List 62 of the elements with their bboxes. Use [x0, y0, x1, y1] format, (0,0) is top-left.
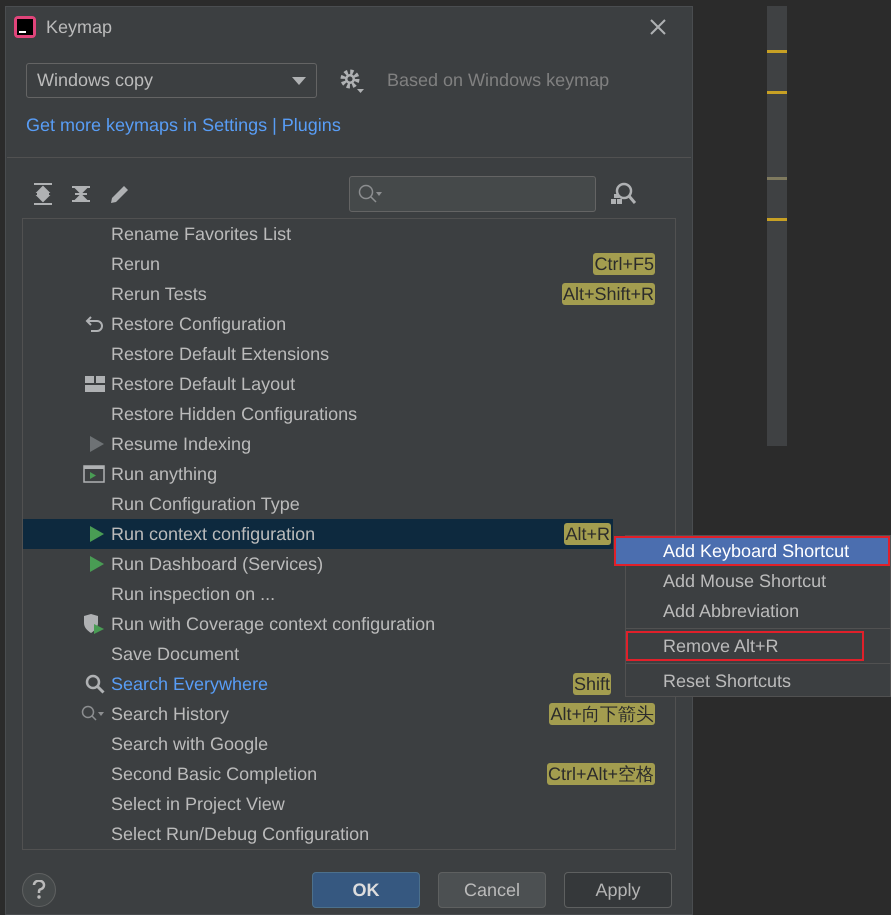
keymap-dropdown[interactable]: Windows copy: [26, 63, 317, 98]
run-icon: [89, 555, 105, 573]
shortcut-badge: Alt+Shift+R: [562, 283, 655, 305]
shortcut-badge: Ctrl+F5: [593, 253, 655, 275]
menu-item[interactable]: Add Keyboard Shortcut: [614, 536, 890, 566]
error-stripe-mark: [767, 91, 787, 94]
search-field[interactable]: [349, 176, 596, 212]
layout-icon: [85, 376, 105, 392]
search-icon: [85, 674, 105, 694]
question-mark-icon: [32, 880, 46, 900]
error-stripe-mark: [767, 177, 787, 180]
help-button[interactable]: [22, 873, 56, 907]
search-icon: [358, 184, 384, 204]
menu-item[interactable]: Add Abbreviation: [626, 596, 890, 626]
expand-all-icon[interactable]: [33, 183, 53, 205]
plugins-link[interactable]: Get more keymaps in Settings | Plugins: [26, 115, 341, 135]
shortcut-badge: Alt+向下箭头: [549, 703, 655, 725]
action-label[interactable]: Restore Configuration: [111, 310, 286, 338]
app-logo-icon: [14, 16, 36, 38]
error-stripe-mark: [767, 50, 787, 53]
dialog-button[interactable]: OK: [312, 872, 420, 908]
action-label[interactable]: Run Dashboard (Services): [111, 550, 324, 578]
window-title: Keymap: [46, 16, 114, 39]
action-label[interactable]: Rerun: [111, 250, 160, 278]
action-label[interactable]: Run inspection on ...: [111, 580, 276, 608]
collapse-all-icon[interactable]: [71, 183, 91, 205]
run-window-icon: [83, 465, 105, 483]
action-label[interactable]: Run context configuration: [111, 520, 316, 548]
menu-item[interactable]: Add Mouse Shortcut: [626, 566, 890, 596]
settings-icon[interactable]: [339, 68, 365, 94]
search-history-icon: [81, 705, 105, 723]
action-label[interactable]: Restore Hidden Configurations: [111, 400, 358, 428]
action-label[interactable]: Search with Google: [111, 730, 268, 758]
action-label[interactable]: Run with Coverage context configuration: [111, 610, 436, 638]
action-label[interactable]: Second Basic Completion: [111, 760, 318, 788]
action-label[interactable]: Run anything: [111, 460, 218, 488]
action-label[interactable]: Select in Project View: [111, 790, 285, 818]
action-label[interactable]: Search History: [111, 700, 230, 728]
based-on-label: Based on Windows keymap: [387, 69, 610, 92]
action-label[interactable]: Rerun Tests: [111, 280, 207, 308]
action-label[interactable]: Search Everywhere: [111, 670, 268, 698]
edit-icon[interactable]: [109, 183, 131, 205]
shortcut-badge: Ctrl+Alt+空格: [546, 763, 655, 785]
action-label[interactable]: Run Configuration Type: [111, 490, 300, 518]
shortcut-badge: Alt+R: [564, 523, 611, 545]
coverage-icon: [83, 613, 105, 635]
error-stripe-mark: [767, 218, 787, 221]
play-icon: [89, 435, 105, 453]
menu-item[interactable]: Remove Alt+R: [626, 631, 864, 661]
shortcut-badge: Shift: [572, 673, 611, 695]
action-label[interactable]: Resume Indexing: [111, 430, 252, 458]
action-label[interactable]: Restore Default Layout: [111, 370, 296, 398]
action-label[interactable]: Restore Default Extensions: [111, 340, 330, 368]
caret-icon: [292, 76, 306, 84]
menu-item[interactable]: Reset Shortcuts: [626, 666, 890, 696]
find-shortcut-icon[interactable]: [610, 182, 636, 206]
action-label[interactable]: Select Run/Debug Configuration: [111, 820, 370, 848]
action-label[interactable]: Save Document: [111, 640, 240, 668]
action-label[interactable]: Rename Favorites List: [111, 220, 292, 248]
undo-icon: [85, 315, 105, 333]
dialog-button[interactable]: Cancel: [438, 872, 546, 908]
run-icon: [89, 525, 105, 543]
